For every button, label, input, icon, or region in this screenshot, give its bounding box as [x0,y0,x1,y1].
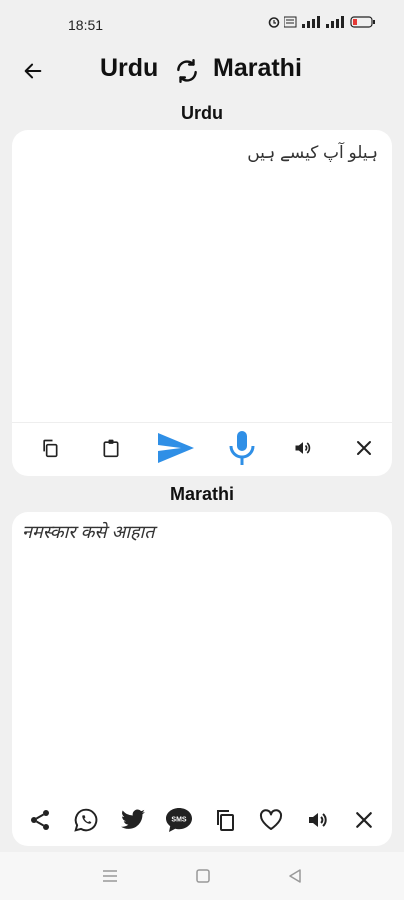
share-button[interactable] [22,802,58,838]
close-icon [356,812,372,828]
source-language-title[interactable]: Urdu [100,54,158,83]
speaker-icon [308,813,327,827]
back-arrow-icon [24,63,42,79]
copy-icon [217,810,235,831]
source-text-input[interactable]: ہیلو آپ کیسے ہیں [247,142,378,163]
favorite-button[interactable] [253,802,289,838]
target-card: नमस्कार कसे आहात SMS [12,512,392,846]
network-icon [284,16,297,28]
twitter-icon [120,809,145,829]
clipboard-icon [103,439,119,457]
svg-text:SMS: SMS [171,817,187,824]
source-card: ہیلو آپ کیسے ہیں [12,130,392,476]
sms-icon: SMS [165,808,192,832]
speak-target-button[interactable] [300,802,336,838]
source-toolbar [12,422,392,472]
whatsapp-icon [74,808,98,832]
copy-translation-button[interactable] [207,802,243,838]
target-text-output: नमस्कार कसे आहात [22,522,155,542]
target-toolbar: SMS [12,802,392,838]
translate-send-button[interactable] [154,430,198,466]
copy-button[interactable] [32,430,68,466]
close-icon [356,440,371,455]
status-icons [268,16,376,28]
twitter-button[interactable] [115,802,151,838]
menu-icon[interactable] [102,869,118,883]
microphone-icon [229,430,255,465]
speaker-icon [295,441,310,454]
sms-button[interactable]: SMS [161,802,197,838]
swap-icon [177,58,197,84]
target-language-title[interactable]: Marathi [213,54,302,83]
alarm-icon [268,17,280,28]
status-bar: 18:51 [0,0,404,48]
share-icon [31,810,49,830]
target-section-label: Marathi [169,484,234,504]
battery-icon [350,16,375,28]
swap-languages-button[interactable] [172,56,202,86]
whatsapp-button[interactable] [68,802,104,838]
app-header: Urdu Marathi [0,50,404,94]
source-section-label: Urdu [181,103,223,123]
clear-source-button[interactable] [346,430,382,466]
home-icon[interactable] [196,869,210,883]
speak-source-button[interactable] [285,430,321,466]
microphone-button[interactable] [224,430,260,466]
back-nav-icon[interactable] [288,869,302,883]
system-nav-bar [0,852,404,900]
heart-icon [260,809,283,830]
signal-icon-2 [326,16,344,28]
copy-icon [43,439,58,457]
signal-icon [302,16,320,28]
clear-target-button[interactable] [346,802,382,838]
back-button[interactable] [18,56,48,86]
paste-button[interactable] [93,430,129,466]
status-time: 18:51 [68,17,104,33]
send-icon [158,432,195,463]
